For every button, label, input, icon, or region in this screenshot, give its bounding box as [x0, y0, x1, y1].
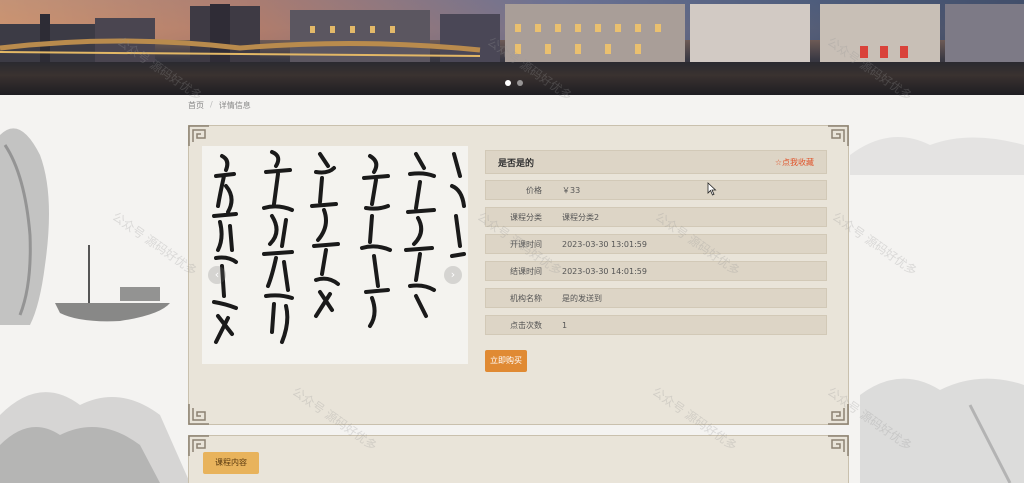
detail-row-value: 2023-03-30 13:01:59: [562, 239, 647, 249]
detail-row-value: 是的发送到: [562, 293, 602, 303]
course-detail-panel: ‹ › 是否是的 ☆点我收藏 价格 ￥33 课程分类 课程分类2 开课时间 20…: [188, 125, 849, 425]
buy-now-button[interactable]: 立即购买: [485, 350, 527, 372]
panel-corner-ornament: [188, 125, 210, 147]
ink-landscape-right-decoration: [850, 137, 1024, 483]
favorite-button[interactable]: ☆点我收藏: [775, 157, 814, 168]
banner-carousel[interactable]: [0, 0, 1024, 95]
course-content-tab[interactable]: 课程内容: [203, 452, 259, 474]
detail-row-label: 结课时间: [510, 266, 542, 276]
detail-row-price: 价格 ￥33: [485, 180, 827, 200]
carousel-dot-1[interactable]: [505, 80, 511, 86]
panel-corner-ornament: [188, 403, 210, 425]
course-image-carousel[interactable]: ‹ ›: [202, 146, 468, 364]
detail-row-value: 课程分类2: [562, 212, 600, 222]
mouse-cursor-icon: [707, 182, 717, 196]
course-title: 是否是的: [498, 158, 535, 169]
carousel-dot-2[interactable]: [517, 80, 523, 86]
detail-row-value: ￥33: [562, 185, 581, 195]
detail-row-clicks: 点击次数 1: [485, 315, 827, 335]
panel-corner-ornament: [827, 435, 849, 457]
course-title-row: 是否是的 ☆点我收藏: [485, 150, 827, 174]
detail-row-label: 课程分类: [510, 212, 542, 222]
breadcrumb-separator: /: [210, 100, 213, 109]
detail-row-institution: 机构名称 是的发送到: [485, 288, 827, 308]
carousel-next-button[interactable]: ›: [444, 266, 462, 284]
breadcrumb: 首页 / 详情信息: [188, 100, 251, 111]
detail-row-end-time: 结课时间 2023-03-30 14:01:59: [485, 261, 827, 281]
detail-row-value: 2023-03-30 14:01:59: [562, 266, 647, 276]
course-content-panel: 课程内容: [188, 435, 849, 483]
breadcrumb-home-link[interactable]: 首页: [188, 100, 204, 111]
detail-row-value: 1: [562, 320, 568, 330]
detail-row-label: 价格: [526, 185, 542, 195]
banner-cityscape-image: [0, 4, 1024, 62]
calligraphy-image: [212, 150, 466, 344]
detail-row-label: 开课时间: [510, 239, 542, 249]
carousel-prev-button[interactable]: ‹: [208, 266, 226, 284]
banner-river: [0, 62, 1024, 95]
breadcrumb-current: 详情信息: [218, 101, 251, 110]
detail-row-label: 机构名称: [510, 293, 542, 303]
detail-row-label: 点击次数: [510, 320, 542, 330]
detail-row-start-time: 开课时间 2023-03-30 13:01:59: [485, 234, 827, 254]
ink-landscape-left-decoration: [0, 128, 190, 483]
panel-corner-ornament: [827, 125, 849, 147]
panel-corner-ornament: [827, 403, 849, 425]
detail-row-category: 课程分类 课程分类2: [485, 207, 827, 227]
